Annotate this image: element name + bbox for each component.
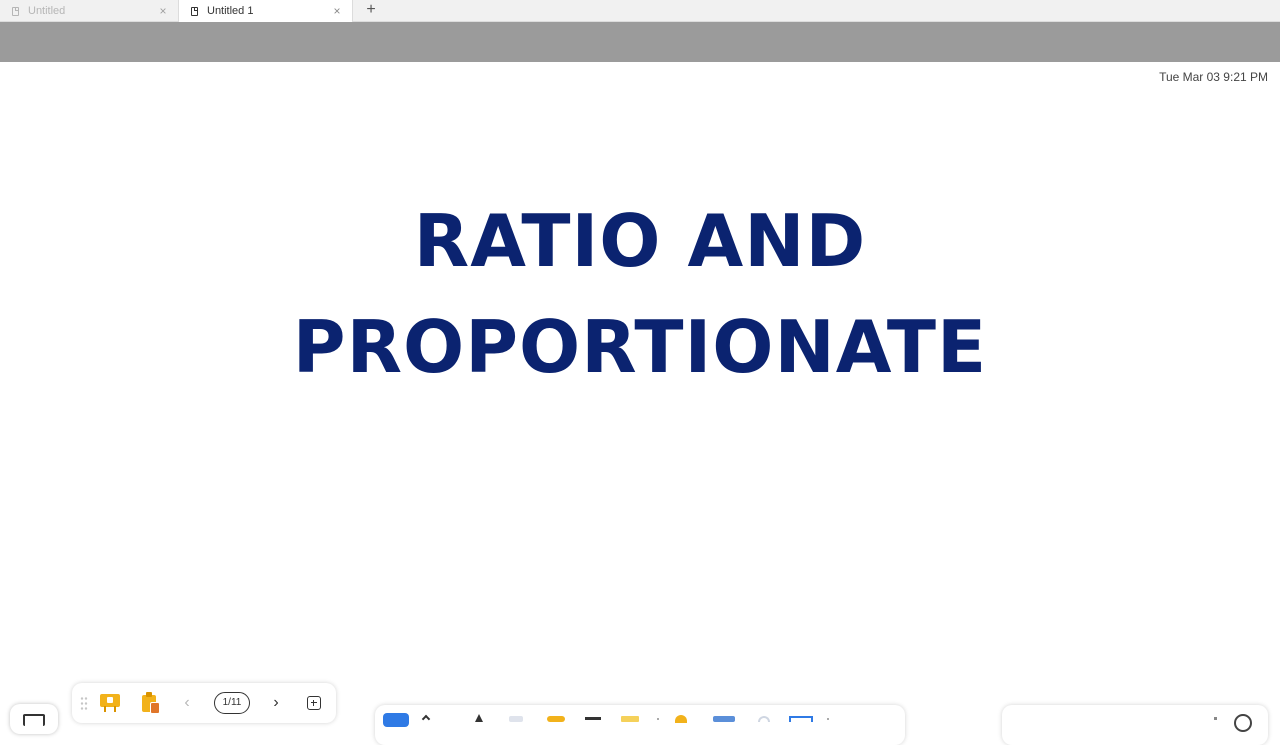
tab-untitled-1[interactable]: Untitled 1 × [178, 0, 353, 22]
slide-title-line-1: RATIO AND [413, 199, 867, 283]
tab-untitled[interactable]: Untitled × [0, 0, 178, 22]
magic-wand-icon[interactable] [713, 716, 735, 722]
drawing-tools-toolbar [375, 705, 905, 745]
previous-page-button[interactable]: ‹ [179, 693, 195, 713]
user-icon[interactable] [675, 715, 687, 723]
document-icon [12, 6, 19, 16]
marker-tool-icon[interactable] [475, 714, 483, 722]
new-tab-button[interactable]: + [362, 0, 380, 22]
document-icon [191, 6, 198, 16]
page-navigation-toolbar: ‹ 1/11 › [72, 683, 336, 723]
whiteboard-canvas[interactable]: Tue Mar 03 9:21 PM RATIO AND PROPORTIONA… [0, 62, 1280, 720]
bracket-tool-icon[interactable] [789, 716, 813, 722]
tab-label: Untitled 1 [207, 5, 254, 17]
fit-screen-button[interactable] [10, 704, 58, 734]
tab-bar: Untitled × Untitled 1 × + [0, 0, 1280, 22]
presentation-board-icon[interactable] [100, 694, 120, 712]
tab-label: Untitled [28, 5, 66, 17]
page-indicator[interactable]: 1/11 [214, 692, 250, 714]
select-tool-icon[interactable] [383, 713, 409, 727]
right-toolbar [1002, 705, 1268, 745]
settings-icon[interactable] [758, 716, 770, 722]
drag-handle-icon[interactable] [80, 696, 88, 710]
record-icon[interactable] [1234, 714, 1252, 732]
clipboard-icon[interactable] [142, 692, 160, 714]
slide-title: RATIO AND PROPORTIONATE [0, 188, 1280, 400]
pen-tool-icon[interactable] [421, 714, 431, 724]
fit-screen-icon [23, 714, 45, 726]
close-icon[interactable]: × [156, 4, 170, 18]
slide-title-line-2: PROPORTIONATE [292, 305, 988, 389]
clock: Tue Mar 03 9:21 PM [1159, 70, 1268, 84]
app-header-bar [0, 22, 1280, 62]
eraser-tool-icon[interactable] [509, 716, 523, 722]
next-page-button[interactable]: › [268, 693, 284, 713]
add-page-icon[interactable] [307, 696, 321, 710]
sticky-note-icon[interactable] [621, 716, 639, 722]
close-icon[interactable]: × [330, 4, 344, 18]
shape-tool-icon[interactable] [547, 716, 565, 722]
